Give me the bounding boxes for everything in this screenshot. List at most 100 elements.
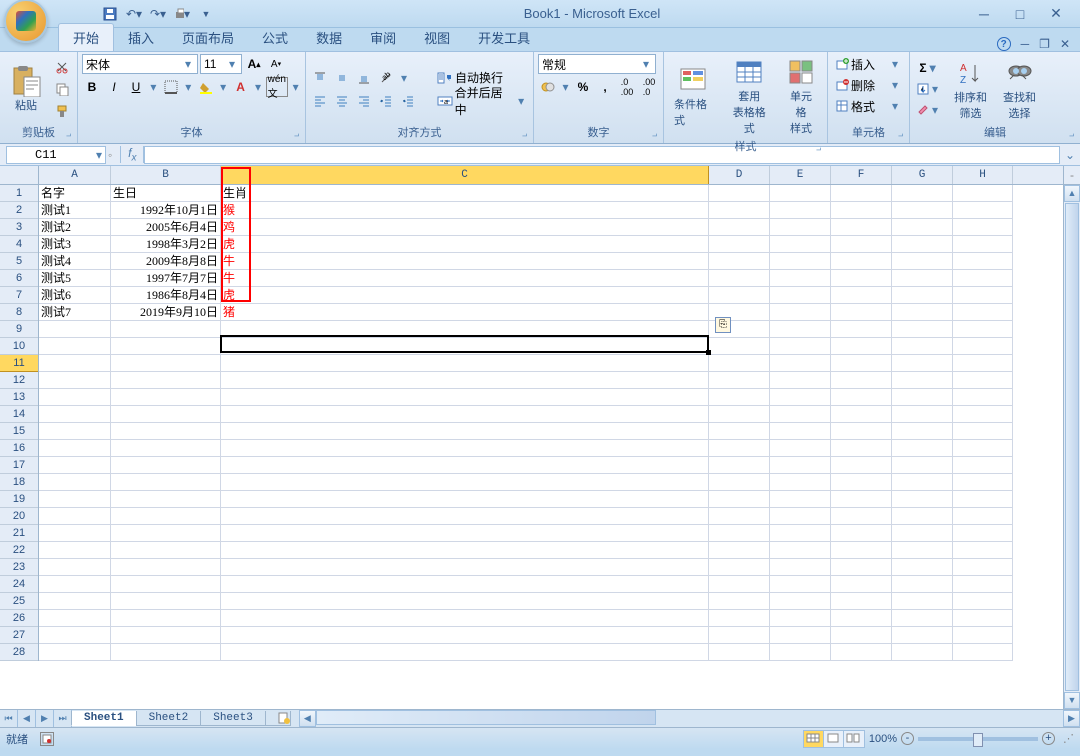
horizontal-scrollbar[interactable]: ◀ ▶ <box>299 710 1080 727</box>
cell-D11[interactable] <box>709 355 770 372</box>
cell-F28[interactable] <box>831 644 892 661</box>
row-header-19[interactable]: 19 <box>0 491 38 508</box>
cell-C8[interactable]: 猪 <box>221 304 709 321</box>
cell-D23[interactable] <box>709 559 770 576</box>
row-header-28[interactable]: 28 <box>0 644 38 661</box>
cell-C17[interactable] <box>221 457 709 474</box>
cell-H11[interactable] <box>953 355 1013 372</box>
cell-H28[interactable] <box>953 644 1013 661</box>
cell-H26[interactable] <box>953 610 1013 627</box>
sort-filter-button[interactable]: AZ排序和 筛选 <box>948 55 993 123</box>
cell-E23[interactable] <box>770 559 831 576</box>
cell-A26[interactable] <box>39 610 111 627</box>
row-header-13[interactable]: 13 <box>0 389 38 406</box>
cell-D3[interactable] <box>709 219 770 236</box>
qat-dropdown-icon[interactable]: ▼ <box>198 6 214 22</box>
merge-center-button[interactable]: a合并后居中▾ <box>434 91 530 111</box>
align-right-icon[interactable] <box>354 91 374 111</box>
scroll-left-icon[interactable]: ◀ <box>299 710 316 727</box>
font-size-combo[interactable]: 11▾ <box>200 54 242 74</box>
cell-G21[interactable] <box>892 525 953 542</box>
row-header-24[interactable]: 24 <box>0 576 38 593</box>
find-select-button[interactable]: 查找和 选择 <box>997 55 1042 123</box>
cell-G15[interactable] <box>892 423 953 440</box>
cell-E18[interactable] <box>770 474 831 491</box>
cell-C10[interactable] <box>221 338 709 355</box>
doc-minimize-button[interactable]: ─ <box>1021 37 1030 51</box>
cell-G22[interactable] <box>892 542 953 559</box>
row-header-7[interactable]: 7 <box>0 287 38 304</box>
cell-B28[interactable] <box>111 644 221 661</box>
cell-B7[interactable]: 1986年8月4日 <box>111 287 221 304</box>
cell-E20[interactable] <box>770 508 831 525</box>
row-header-20[interactable]: 20 <box>0 508 38 525</box>
cell-E27[interactable] <box>770 627 831 644</box>
selection-handle[interactable] <box>706 350 711 355</box>
doc-restore-button[interactable]: ❐ <box>1039 37 1050 51</box>
cell-D14[interactable] <box>709 406 770 423</box>
cell-E8[interactable] <box>770 304 831 321</box>
cell-G13[interactable] <box>892 389 953 406</box>
cell-A16[interactable] <box>39 440 111 457</box>
cell-G9[interactable] <box>892 321 953 338</box>
cell-F19[interactable] <box>831 491 892 508</box>
cell-D15[interactable] <box>709 423 770 440</box>
smart-tag-icon[interactable]: ⎘ <box>715 317 731 333</box>
cell-H23[interactable] <box>953 559 1013 576</box>
cell-H16[interactable] <box>953 440 1013 457</box>
conditional-format-button[interactable]: 条件格式 <box>668 62 720 130</box>
cell-E6[interactable] <box>770 270 831 287</box>
cell-A10[interactable] <box>39 338 111 355</box>
cell-E21[interactable] <box>770 525 831 542</box>
cell-B10[interactable] <box>111 338 221 355</box>
cell-E24[interactable] <box>770 576 831 593</box>
minimize-button[interactable]: ─ <box>970 5 998 23</box>
cell-D21[interactable] <box>709 525 770 542</box>
cell-B13[interactable] <box>111 389 221 406</box>
cell-H12[interactable] <box>953 372 1013 389</box>
col-header-F[interactable]: F <box>831 166 892 184</box>
bold-button[interactable]: B <box>82 77 102 97</box>
tab-home[interactable]: 开始 <box>58 23 114 51</box>
cell-A14[interactable] <box>39 406 111 423</box>
percent-icon[interactable]: % <box>573 77 593 97</box>
cell-D6[interactable] <box>709 270 770 287</box>
cell-A11[interactable] <box>39 355 111 372</box>
cell-H9[interactable] <box>953 321 1013 338</box>
zoom-out-button[interactable]: - <box>901 732 914 745</box>
shrink-font-icon[interactable]: A▾ <box>266 54 286 74</box>
cell-C21[interactable] <box>221 525 709 542</box>
row-header-9[interactable]: 9 <box>0 321 38 338</box>
cell-G14[interactable] <box>892 406 953 423</box>
row-header-2[interactable]: 2 <box>0 202 38 219</box>
cell-C24[interactable] <box>221 576 709 593</box>
underline-button[interactable]: U <box>126 77 146 97</box>
cell-B27[interactable] <box>111 627 221 644</box>
cell-A9[interactable] <box>39 321 111 338</box>
cell-H7[interactable] <box>953 287 1013 304</box>
cell-F27[interactable] <box>831 627 892 644</box>
cell-E26[interactable] <box>770 610 831 627</box>
cell-G17[interactable] <box>892 457 953 474</box>
col-header-B[interactable]: B <box>111 166 221 184</box>
cell-G24[interactable] <box>892 576 953 593</box>
cell-G3[interactable] <box>892 219 953 236</box>
autosum-icon[interactable]: Σ▾ <box>914 58 944 78</box>
cell-C13[interactable] <box>221 389 709 406</box>
format-table-button[interactable]: 套用 表格格式 <box>724 54 776 138</box>
maximize-button[interactable]: □ <box>1006 5 1034 23</box>
cell-D28[interactable] <box>709 644 770 661</box>
tab-formulas[interactable]: 公式 <box>248 24 302 51</box>
cell-B19[interactable] <box>111 491 221 508</box>
align-middle-icon[interactable] <box>332 68 352 88</box>
cell-G7[interactable] <box>892 287 953 304</box>
cell-F6[interactable] <box>831 270 892 287</box>
cell-G19[interactable] <box>892 491 953 508</box>
zoom-slider[interactable] <box>918 737 1038 741</box>
cell-H14[interactable] <box>953 406 1013 423</box>
cell-C4[interactable]: 虎 <box>221 236 709 253</box>
col-header-G[interactable]: G <box>892 166 953 184</box>
cell-G6[interactable] <box>892 270 953 287</box>
cell-E16[interactable] <box>770 440 831 457</box>
cell-E12[interactable] <box>770 372 831 389</box>
